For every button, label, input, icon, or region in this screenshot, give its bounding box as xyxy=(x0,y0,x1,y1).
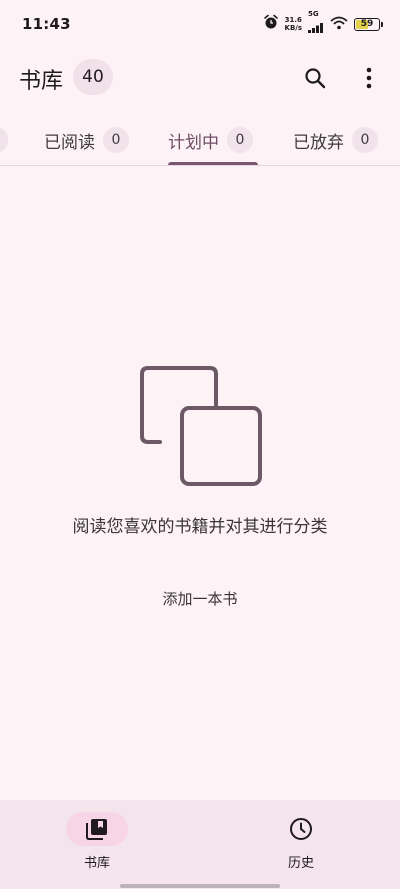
bottom-navigation: 书库 历史 xyxy=(0,800,400,889)
alarm-icon xyxy=(263,14,279,34)
nav-item-library[interactable]: 书库 xyxy=(47,812,147,871)
net-speed-unit: KB/s xyxy=(284,24,302,32)
tab-label: 计划中 xyxy=(168,132,219,153)
active-tab-indicator xyxy=(168,162,258,165)
signal-icon xyxy=(308,18,324,37)
nav-item-history[interactable]: 历史 xyxy=(251,812,351,871)
tab-read[interactable]: 已阅读 0 xyxy=(44,114,129,165)
search-icon xyxy=(305,68,326,89)
battery-level: 59 xyxy=(360,19,374,29)
tab-label: 已阅读 xyxy=(44,132,95,153)
tab-dropped[interactable]: 已放弃 0 xyxy=(293,114,378,165)
net-speed: 31.6 KB/s xyxy=(285,16,302,32)
network-type-label: 5G xyxy=(308,10,319,18)
nav-label: 历史 xyxy=(287,856,314,871)
nav-pill xyxy=(66,812,128,846)
tab-count: 0 xyxy=(103,127,129,153)
library-count-badge: 40 xyxy=(73,59,113,95)
tab-label: 已放弃 xyxy=(293,132,344,153)
history-icon xyxy=(290,818,312,840)
status-time: 11:43 xyxy=(22,15,71,33)
tab-planned[interactable]: 计划中 0 xyxy=(168,114,253,165)
wifi-icon xyxy=(330,15,348,34)
home-indicator[interactable] xyxy=(120,884,280,888)
add-book-button[interactable]: 添加一本书 xyxy=(140,584,260,614)
library-icon xyxy=(86,819,107,840)
net-speed-value: 31.6 xyxy=(284,16,302,24)
category-tabs: 已阅读 0 计划中 0 已放弃 0 xyxy=(0,114,400,166)
copy-icon xyxy=(138,364,264,488)
status-bar: 11:43 31.6 KB/s 5G 59 xyxy=(0,0,400,48)
tab-count: 0 xyxy=(227,127,253,153)
page-title: 书库 xyxy=(19,69,64,94)
app-bar: 书库 40 xyxy=(0,56,400,100)
nav-label: 书库 xyxy=(83,856,110,871)
battery-indicator: 59 xyxy=(354,17,383,31)
status-icons: 31.6 KB/s 5G 59 xyxy=(263,11,383,37)
nav-pill xyxy=(270,812,332,846)
more-vert-icon xyxy=(366,67,372,89)
tab-count: 0 xyxy=(352,127,378,153)
tab-count xyxy=(0,127,8,153)
tab-partial-previous[interactable] xyxy=(0,114,8,165)
empty-state-message: 阅读您喜欢的书籍并对其进行分类 xyxy=(72,517,328,537)
more-options-button[interactable] xyxy=(349,58,389,98)
cellular-signal: 5G xyxy=(308,11,324,37)
search-button[interactable] xyxy=(295,58,335,98)
